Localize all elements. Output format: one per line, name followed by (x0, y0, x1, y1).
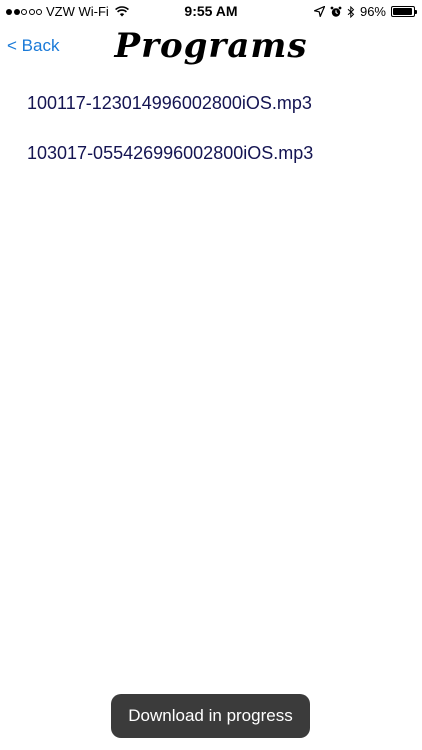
bluetooth-icon (347, 5, 355, 18)
battery-icon (391, 6, 417, 17)
file-list-item[interactable]: 100117-123014996002800iOS.mp3 (0, 85, 422, 135)
battery-fill (393, 8, 413, 15)
status-right: 96% (313, 4, 417, 19)
download-toast: Download in progress (111, 694, 310, 738)
battery-percent: 96% (359, 4, 386, 19)
location-arrow-icon (313, 6, 325, 17)
file-list: 100117-123014996002800iOS.mp3 103017-055… (0, 85, 422, 185)
page-title: Programs (114, 26, 308, 66)
file-list-item[interactable]: 103017-055426996002800iOS.mp3 (0, 135, 422, 185)
navigation-bar: < Back Programs (0, 24, 422, 72)
alarm-clock-icon (330, 6, 342, 17)
status-bar: VZW Wi-Fi 9:55 AM 96% (0, 0, 422, 24)
